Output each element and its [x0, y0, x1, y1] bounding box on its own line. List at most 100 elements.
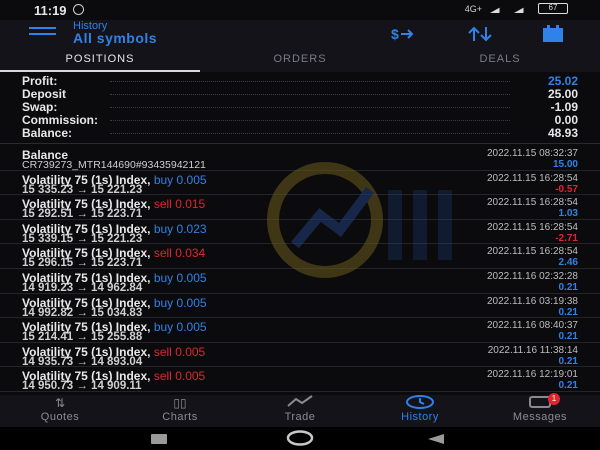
nav-messages[interactable]: 1 Messages: [480, 393, 600, 427]
status-time: 11:19: [34, 3, 67, 18]
deal-date: 2022.11.15 16:28:54: [486, 246, 578, 258]
nav-quotes[interactable]: ⇅ Quotes: [0, 395, 120, 427]
deal-volume: 0.005: [176, 320, 207, 335]
deal-profit: 0.21: [558, 306, 578, 318]
list-item-deal[interactable]: Volatility 75 (1s) Index, buy 0.005 14 91…: [0, 269, 600, 294]
deal-date: 2022.11.16 08:40:37: [486, 320, 578, 332]
hamburger-menu-icon[interactable]: [29, 27, 56, 41]
deal-prices: 14 935.73 → 14 893.04: [22, 355, 143, 368]
summary-value: 48.93: [547, 126, 578, 140]
deal-prices: 14 950.73 → 14 909.11: [22, 380, 142, 393]
calendar-icon[interactable]: [542, 25, 564, 47]
summary-label: Balance:: [22, 126, 73, 140]
status-indicators: 4G+ 67: [465, 3, 568, 14]
list-item-deal[interactable]: Volatility 75 (1s) Index, sell 0.034 15 2…: [0, 244, 600, 269]
summary-label: Profit:: [22, 74, 58, 88]
list-item-balance[interactable]: Balance CR739273_MTR144690#93435942121 2…: [0, 146, 600, 171]
deal-date: 2022.11.15 08:32:37: [486, 148, 578, 159]
summary-label: Commission:: [22, 113, 99, 127]
deal-volume: 0.005: [176, 172, 207, 187]
tab-positions[interactable]: POSITIONS: [0, 50, 200, 72]
recents-icon[interactable]: [150, 432, 168, 450]
deal-prices: 15 214.41 → 15 255.88: [22, 331, 143, 344]
list-item-deal[interactable]: Volatility 75 (1s) Index, buy 0.005 15 21…: [0, 318, 600, 343]
nav-label: Messages: [512, 411, 568, 423]
deal-volume: 0.023: [176, 221, 207, 236]
trade-icon: [240, 395, 360, 411]
summary-label: Swap:: [22, 100, 58, 114]
deal-profit: 0.21: [558, 380, 578, 392]
message-count-badge: 1: [548, 393, 560, 405]
deal-direction: sell: [153, 197, 172, 212]
deal-prices: 14 992.82 → 15 034.83: [22, 306, 143, 319]
deal-volume: 0.005: [176, 295, 207, 310]
history-tabs: POSITIONS ORDERS DEALS: [0, 50, 600, 72]
deal-volume: 0.005: [175, 369, 206, 384]
wifi-icon: [514, 4, 530, 13]
alarm-icon: [73, 4, 84, 15]
list-item-deal[interactable]: Volatility 75 (1s) Index, buy 0.005 15 33…: [0, 171, 600, 196]
summary-commission: Commission: 0.00: [0, 113, 600, 127]
home-icon[interactable]: [286, 430, 314, 450]
deal-date: 2022.11.16 03:19:38: [486, 295, 578, 307]
deal-profit: -0.57: [555, 183, 578, 195]
messages-icon: [480, 395, 600, 411]
tab-orders[interactable]: ORDERS: [200, 50, 400, 72]
nav-charts[interactable]: ▯▯ Charts: [120, 395, 240, 427]
nav-label: Trade: [284, 411, 316, 423]
deal-prices: 14 919.23 → 14 962.84: [22, 281, 143, 294]
app-header: History All symbols $: [0, 20, 600, 50]
deal-date: 2022.11.16 12:19:01: [486, 369, 578, 381]
deal-prices: 15 339.15 → 15 221.23: [22, 232, 143, 245]
deal-direction: buy: [153, 295, 174, 310]
deal-profit: 0.21: [558, 281, 578, 293]
deal-date: 2022.11.15 16:28:54: [486, 197, 578, 209]
summary-label: Deposit: [22, 87, 67, 101]
summary-panel: Profit: 25.02 Deposit 25.00 Swap: -1.09 …: [0, 74, 600, 140]
deal-prices: 15 296.15 → 15 223.71: [22, 257, 143, 270]
summary-deposit: Deposit 25.00: [0, 87, 600, 101]
list-item-deal[interactable]: Volatility 75 (1s) Index, buy 0.005 14 99…: [0, 294, 600, 319]
deal-profit: 15.00: [552, 159, 578, 170]
deal-volume: 0.005: [176, 270, 207, 285]
deal-comment: CR739273_MTR144690#93435942121: [22, 159, 206, 171]
deal-volume: 0.034: [175, 246, 206, 261]
list-item-deal[interactable]: Volatility 75 (1s) Index, sell 0.005 14 9…: [0, 367, 600, 392]
nav-history[interactable]: History: [360, 395, 480, 427]
deal-direction: buy: [153, 172, 174, 187]
nav-trade[interactable]: Trade: [240, 395, 360, 427]
charts-icon: ▯▯: [173, 396, 187, 410]
deal-date: 2022.11.16 02:32:28: [486, 270, 578, 282]
currency-sort-icon[interactable]: $: [388, 25, 414, 47]
deal-direction: sell: [153, 246, 172, 261]
status-bar: 11:19 4G+ 67: [0, 0, 600, 20]
deal-profit: 0.21: [558, 355, 578, 367]
symbol-filter[interactable]: All symbols: [73, 30, 157, 46]
deal-date: 2022.11.15 16:28:54: [486, 221, 578, 233]
summary-value: 0.00: [554, 113, 578, 127]
list-item-deal[interactable]: Volatility 75 (1s) Index, buy 0.023 15 33…: [0, 220, 600, 245]
tab-deals[interactable]: DEALS: [400, 50, 600, 72]
deal-direction: buy: [153, 270, 174, 285]
signal-icon: [490, 4, 506, 13]
deal-direction: buy: [153, 320, 174, 335]
sort-arrows-icon[interactable]: [466, 25, 496, 47]
nav-label: Charts: [162, 411, 198, 423]
deal-volume: 0.015: [175, 197, 206, 212]
summary-value: 25.02: [547, 74, 578, 88]
history-icon: [360, 395, 480, 411]
network-label: 4G+: [464, 3, 482, 14]
divider: [0, 143, 600, 144]
deal-prices: 15 292.51 → 15 223.71: [22, 208, 143, 221]
deal-volume: 0.005: [175, 344, 206, 359]
svg-text:$: $: [391, 26, 399, 42]
list-item-deal[interactable]: Volatility 75 (1s) Index, sell 0.005 14 9…: [0, 343, 600, 368]
deal-direction: buy: [153, 221, 174, 236]
deal-date: 2022.11.16 11:38:14: [487, 344, 578, 356]
system-navigation-bar: [0, 427, 600, 450]
back-icon[interactable]: [426, 432, 446, 450]
list-item-deal[interactable]: Volatility 75 (1s) Index, sell 0.015 15 2…: [0, 195, 600, 220]
deal-profit: 2.46: [558, 257, 578, 269]
summary-value: -1.09: [550, 100, 578, 114]
deal-profit: -2.71: [555, 232, 578, 244]
